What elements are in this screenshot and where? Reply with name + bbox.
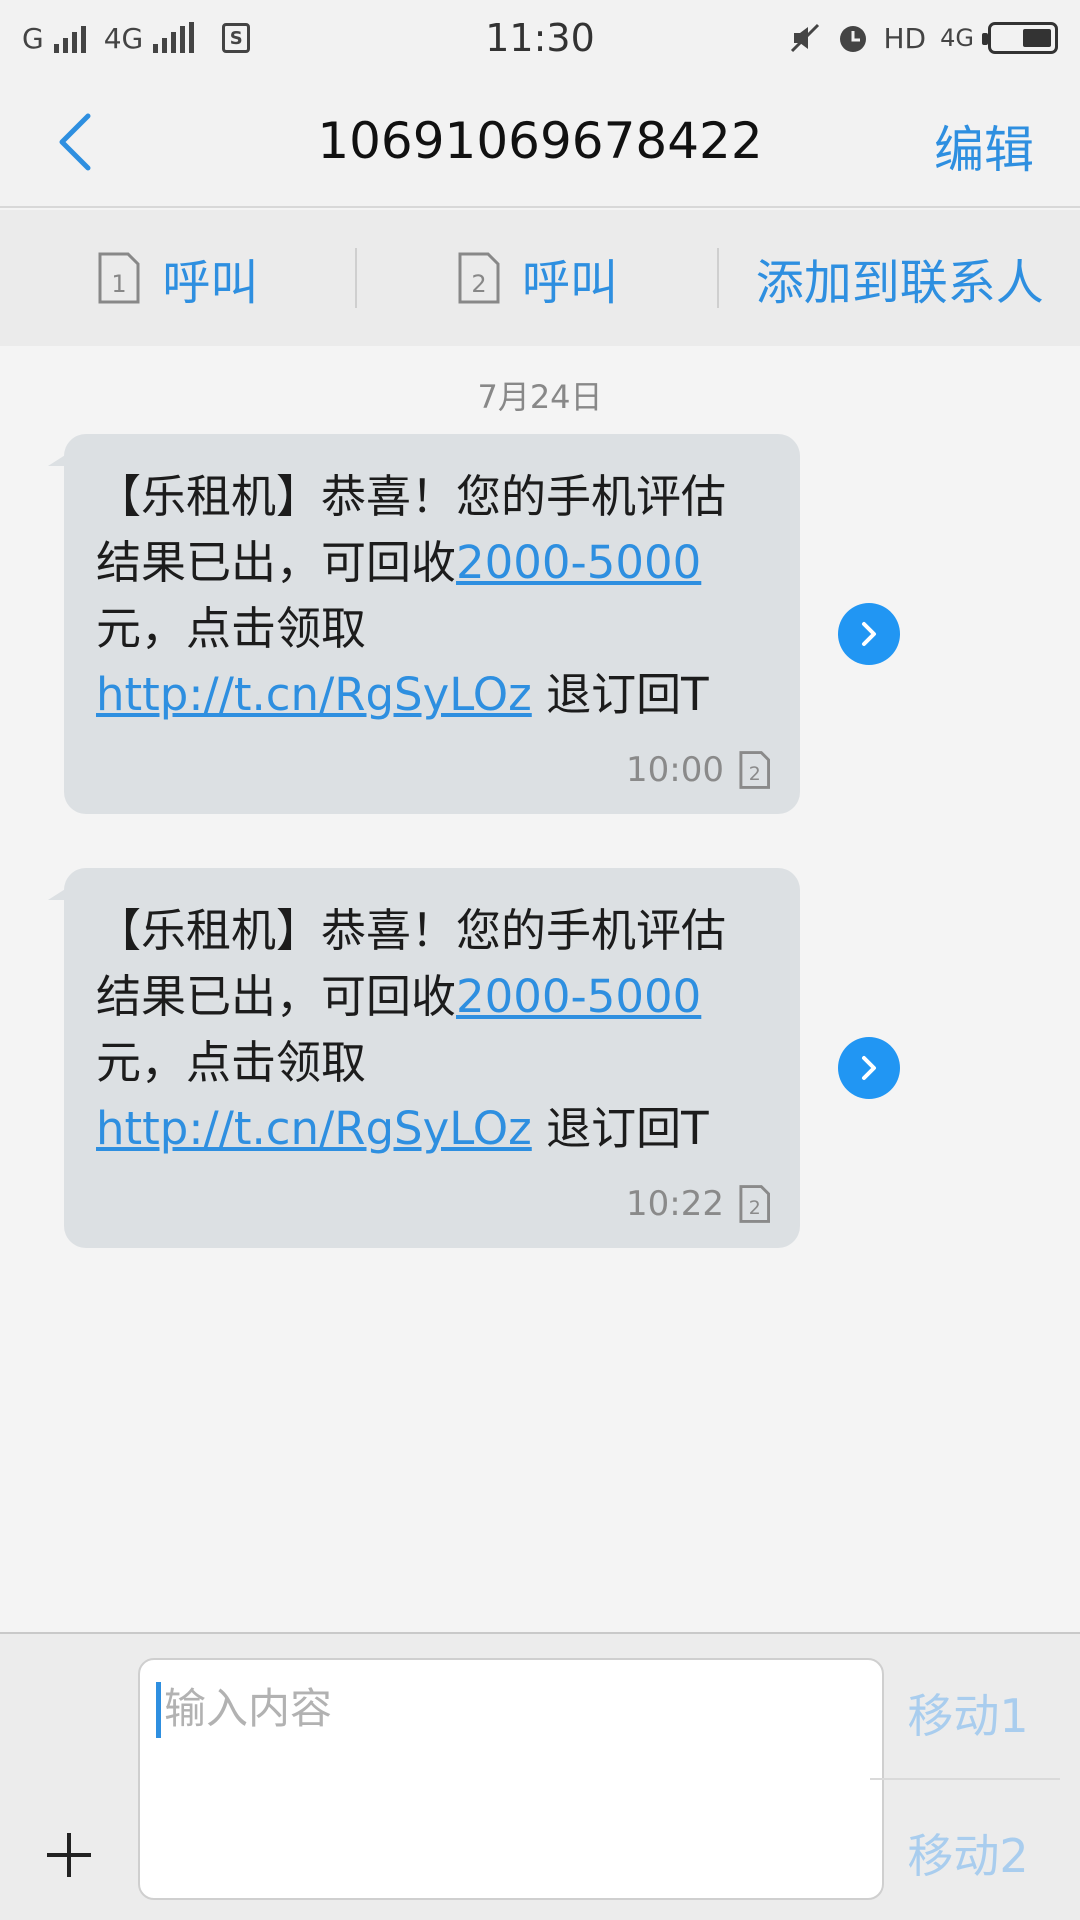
sim2-icon: 2	[739, 1185, 770, 1223]
conversation-title: 10691069678422	[317, 112, 763, 170]
svg-text:2: 2	[471, 270, 486, 298]
message-text-suffix: 退订回T	[531, 1102, 709, 1155]
message-input-box[interactable]	[138, 1658, 884, 1900]
carrier2-label: 4G	[103, 21, 144, 55]
network-type-label: 4G	[940, 24, 974, 52]
send-sim2-button[interactable]: 移动2	[888, 1820, 1048, 1886]
svg-text:1: 1	[112, 270, 127, 298]
message-text: 【乐租机】恭喜！您的手机评估结果已出，可回收2000-5000元，点击领取 ht…	[96, 898, 770, 1162]
status-right: HD 4G	[638, 21, 1058, 55]
back-arrow-icon[interactable]	[50, 110, 100, 174]
conversation-header: 10691069678422 编辑	[0, 76, 1080, 208]
send-divider	[870, 1778, 1060, 1780]
message-time: 10:00	[626, 750, 724, 790]
call-sim2-label: 呼叫	[522, 255, 619, 311]
status-left: G 4G S	[22, 22, 442, 55]
call-sim2-button[interactable]: 2 呼叫	[357, 210, 718, 346]
chevron-right-icon	[862, 1056, 876, 1080]
alarm-icon	[839, 26, 866, 52]
sim2-icon: 2	[739, 751, 770, 789]
message-bubble[interactable]: 【乐租机】恭喜！您的手机评估结果已出，可回收2000-5000元，点击领取 ht…	[48, 868, 800, 1248]
forward-button[interactable]	[838, 603, 900, 665]
add-contact-button[interactable]: 添加到联系人	[719, 210, 1080, 346]
send-sim1-button[interactable]: 移动1	[888, 1680, 1048, 1746]
mute-icon	[790, 23, 819, 53]
signal-icon	[153, 22, 195, 53]
svg-text:2: 2	[749, 763, 761, 785]
message-time: 10:22	[626, 1184, 724, 1224]
hd-label: HD	[883, 21, 927, 55]
add-contact-label: 添加到联系人	[755, 255, 1044, 311]
call-sim1-label: 呼叫	[162, 255, 259, 311]
date-separator: 7月24日	[477, 378, 603, 416]
message-text-mid: 元，点击领取	[96, 602, 367, 655]
message-meta: 10:00 2	[96, 750, 770, 790]
svg-text:2: 2	[749, 1197, 761, 1219]
message-text-mid: 元，点击领取	[96, 1036, 367, 1089]
carrier1-label: G	[22, 21, 44, 55]
edit-button[interactable]: 编辑	[934, 110, 1034, 182]
forward-button[interactable]	[838, 1037, 900, 1099]
action-bar: 1 呼叫 2 呼叫 添加到联系人	[0, 210, 1080, 346]
url-link[interactable]: http://t.cn/RgSyLOz	[96, 1102, 532, 1155]
amount-link[interactable]: 2000-5000	[456, 970, 701, 1023]
plus-icon[interactable]	[44, 1830, 94, 1880]
battery-icon	[982, 22, 1058, 54]
text-caret	[156, 1682, 161, 1738]
amount-link[interactable]: 2000-5000	[456, 536, 701, 589]
signal-icon	[53, 23, 86, 53]
message-text: 【乐租机】恭喜！您的手机评估结果已出，可回收2000-5000元，点击领取 ht…	[96, 464, 770, 728]
sim1-icon: 1	[98, 252, 140, 304]
message-composer: 移动1 移动2	[0, 1632, 1080, 1920]
messaging-screen: G 4G S 11:30 HD 4G 10691069678422 编辑 1 呼…	[0, 0, 1080, 1920]
message-input[interactable]	[164, 1676, 844, 1740]
chevron-right-icon	[862, 622, 876, 646]
message-meta: 10:22 2	[96, 1184, 770, 1224]
sim2-icon: 2	[458, 252, 500, 304]
message-bubble[interactable]: 【乐租机】恭喜！您的手机评估结果已出，可回收2000-5000元，点击领取 ht…	[48, 434, 800, 814]
status-time: 11:30	[485, 16, 595, 60]
status-bar: G 4G S 11:30 HD 4G	[0, 0, 1080, 76]
url-link[interactable]: http://t.cn/RgSyLOz	[96, 668, 532, 721]
message-text-suffix: 退订回T	[531, 668, 709, 721]
sim-status-icon: S	[222, 23, 251, 53]
call-sim1-button[interactable]: 1 呼叫	[0, 210, 355, 346]
